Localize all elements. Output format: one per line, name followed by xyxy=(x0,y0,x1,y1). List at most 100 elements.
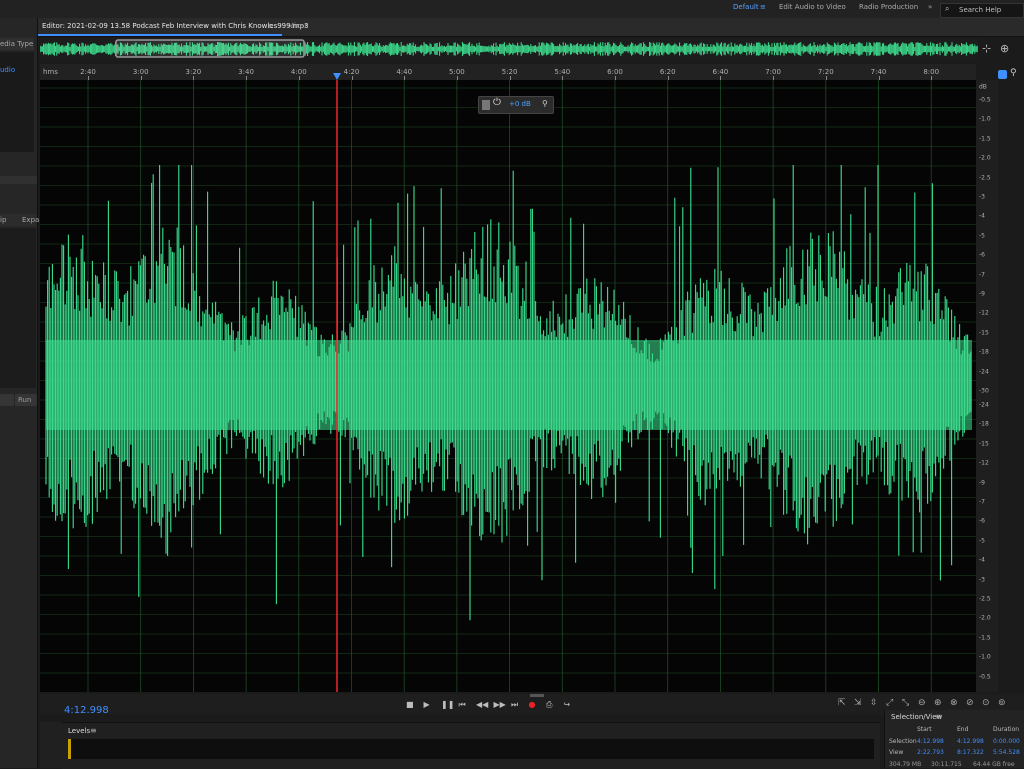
db-label: -1.5 xyxy=(979,634,991,642)
hud-gain-value[interactable]: +0 dB xyxy=(509,100,531,108)
zoom-in-icon[interactable]: ⊕ xyxy=(1000,42,1009,55)
loop-icon[interactable]: ⎙ xyxy=(546,700,552,710)
selection-view-panel: Selection/View ≡ Start End Duration Sele… xyxy=(884,710,1024,768)
ruler-tick-label: 4:20 xyxy=(343,68,360,76)
zoom-control-icon[interactable]: ⤡ xyxy=(902,698,909,708)
pin-marker-icon[interactable]: ⚲ xyxy=(1010,68,1017,78)
ruler-tick-label: 5:20 xyxy=(501,68,518,76)
current-time-display[interactable]: 4:12.998 xyxy=(64,705,109,716)
zoom-control-icon[interactable]: ⇲ xyxy=(854,698,862,708)
to-start-icon[interactable]: ⏮ xyxy=(459,700,466,710)
db-unit: dB xyxy=(979,83,987,91)
record-icon[interactable]: ● xyxy=(529,700,536,709)
effects-list[interactable] xyxy=(0,228,36,388)
apply-button[interactable] xyxy=(0,394,14,406)
editor-tab-bar: Editor: 2021-02-09 13.58 Podcast Feb Int… xyxy=(38,18,1024,37)
zoom-control-icon[interactable]: ⇳ xyxy=(870,698,878,708)
ruler-tick-label: 3:00 xyxy=(132,68,149,76)
zoom-control-icon[interactable]: ⊗ xyxy=(950,698,958,708)
skip-icon[interactable]: ↪ xyxy=(564,700,571,709)
ruler-tick-label: 2:40 xyxy=(80,68,96,76)
db-label: -18 xyxy=(979,348,989,356)
effects-header: ip Expa xyxy=(0,214,39,226)
level-meter xyxy=(68,739,874,759)
zoom-control-icon[interactable]: ⤢ xyxy=(886,698,893,708)
status-file-size: 304.79 MB xyxy=(889,761,922,768)
to-end-icon[interactable]: ⏭ xyxy=(511,700,518,710)
db-label: -3 xyxy=(979,193,985,201)
ruler-tick-label: 7:20 xyxy=(817,68,834,76)
waveform-overview[interactable] xyxy=(39,38,978,60)
zoom-control-icon[interactable]: ⊘ xyxy=(966,698,974,708)
view-start[interactable]: 2:22.793 xyxy=(917,749,944,756)
search-help-input[interactable]: ⌕ Search Help xyxy=(940,3,1024,18)
db-label: -0.5 xyxy=(979,673,991,681)
timeline-ruler[interactable]: hms 2:40 3:00 3:20 3:40 4:00 4:20 4:40 5:00 5:20… xyxy=(40,64,976,80)
db-label: -12 xyxy=(979,309,989,317)
media-type-column-header: edia Type xyxy=(0,40,34,48)
overview-waveform xyxy=(39,39,978,58)
run-button[interactable]: Run xyxy=(15,394,37,406)
hud-volume-control[interactable]: ⏻ +0 dB ⚲ xyxy=(478,96,554,114)
ruler-tick-label: 6:20 xyxy=(659,68,676,76)
waveform-core xyxy=(46,340,972,430)
status-duration: 30:11.715 xyxy=(931,761,962,768)
db-label: -15 xyxy=(979,329,989,337)
ruler-tick-label: 4:40 xyxy=(396,68,413,76)
selection-start[interactable]: 4:12.998 xyxy=(917,738,944,745)
db-label: -4 xyxy=(979,212,985,220)
selection-duration[interactable]: 0:00.000 xyxy=(993,738,1020,745)
db-scale[interactable]: dB -0.5 -1.0 -1.5 -2.0 -2.5 -3 -4 -5 -6 -7 -9 -12 -1… xyxy=(976,80,998,692)
view-end[interactable]: 8:17.322 xyxy=(957,749,984,756)
mixer-tab[interactable]: Mixer xyxy=(288,22,307,30)
workspace-edit-audio-to-video[interactable]: Edit Audio to Video xyxy=(779,3,846,11)
workspace-menu-icon[interactable]: ≡ xyxy=(760,3,766,11)
channel-toggle-icon[interactable] xyxy=(998,70,1007,79)
header-start: Start xyxy=(917,726,932,733)
workspace-more-button[interactable]: » xyxy=(928,3,932,11)
stop-icon[interactable]: ■ xyxy=(406,700,414,709)
view-duration[interactable]: 5:54.528 xyxy=(993,749,1020,756)
waveform-display[interactable] xyxy=(40,80,976,693)
ruler-tick-label: 6:00 xyxy=(607,68,623,76)
resize-handle[interactable] xyxy=(530,694,544,697)
volume-knob-icon[interactable]: ⏻ xyxy=(493,97,501,108)
zoom-control-icon[interactable]: ⇱ xyxy=(838,698,846,708)
rewind-icon[interactable]: ◀◀ xyxy=(476,700,488,709)
pin-icon[interactable]: ⚲ xyxy=(542,99,548,108)
levels-menu-icon[interactable]: ≡ xyxy=(90,726,97,735)
db-label: -5 xyxy=(979,537,985,545)
clip-column-header[interactable]: ip xyxy=(0,216,6,224)
view-row-label: View xyxy=(889,749,904,756)
ruler-tick-label: 8:00 xyxy=(923,68,940,76)
db-label: -6 xyxy=(979,251,985,259)
editor-tab-menu-icon[interactable]: ≡ xyxy=(268,22,274,30)
zoom-control-icon[interactable]: ⊚ xyxy=(998,698,1006,708)
zoom-control-icon[interactable]: ⊕ xyxy=(934,698,942,708)
selection-view-menu-icon[interactable]: ≡ xyxy=(935,712,942,721)
search-icon: ⌕ xyxy=(945,4,950,13)
file-list[interactable]: udio xyxy=(0,52,34,152)
fast-forward-icon[interactable]: ▶▶ xyxy=(494,700,506,709)
db-label: -2.5 xyxy=(979,595,991,603)
media-type-header-cell[interactable]: edia Type xyxy=(0,38,34,50)
levels-title: Levels xyxy=(68,727,91,735)
workspace-radio-production[interactable]: Radio Production xyxy=(859,3,918,11)
play-icon[interactable]: ▶ xyxy=(424,700,430,709)
header-duration: Duration xyxy=(993,726,1020,733)
db-label: -2.0 xyxy=(979,614,991,622)
files-panel: edia Type udio ip Expa Run xyxy=(0,18,39,768)
levels-panel: Levels ≡ xyxy=(62,722,880,769)
selection-end[interactable]: 4:12.998 xyxy=(957,738,984,745)
hud-drag-handle[interactable] xyxy=(482,100,490,110)
zoom-navigator-icon[interactable]: ⊹ xyxy=(982,42,991,55)
zoom-control-icon[interactable]: ⊙ xyxy=(982,698,990,708)
db-label: -2.0 xyxy=(979,154,991,162)
db-label: -1.0 xyxy=(979,653,991,661)
zoom-control-icon[interactable]: ⊖ xyxy=(918,698,926,708)
expand-column-header[interactable]: Expa xyxy=(22,216,39,224)
db-label: -18 xyxy=(979,420,989,428)
pause-icon[interactable]: ❚❚ xyxy=(441,700,454,709)
workspace-default[interactable]: Default xyxy=(733,3,759,11)
run-button-label: Run xyxy=(18,396,32,404)
